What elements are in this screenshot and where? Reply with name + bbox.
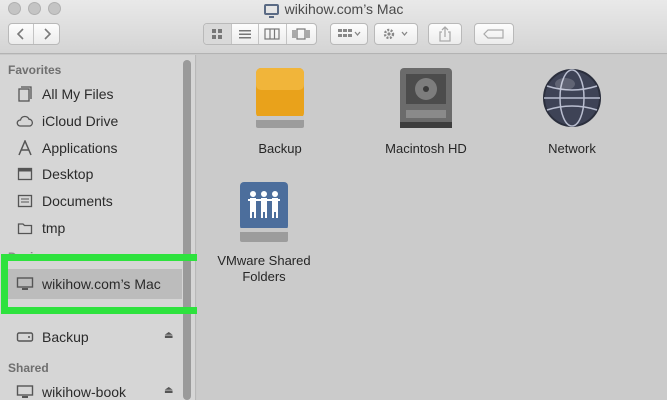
cloud-icon xyxy=(16,113,34,129)
window-title: wikihow.com’s Mac xyxy=(284,1,404,17)
chevron-right-icon xyxy=(43,28,51,40)
window-title-area: wikihow.com’s Mac xyxy=(0,1,667,18)
tag-icon xyxy=(483,29,504,39)
back-button[interactable] xyxy=(9,24,35,44)
sidebar-item-backup[interactable]: Backup xyxy=(16,326,89,348)
hard-drive-icon xyxy=(400,68,452,128)
nav-buttons xyxy=(8,23,60,45)
eject-icon[interactable]: ⏏ xyxy=(164,330,173,341)
network[interactable]: Network xyxy=(507,66,637,157)
cover-flow-view-icon xyxy=(292,28,310,40)
arrange-button[interactable] xyxy=(330,23,368,45)
column-view-button[interactable] xyxy=(259,24,287,44)
item-label: Backup xyxy=(258,141,302,156)
action-button[interactable] xyxy=(374,23,418,45)
item-label: Network xyxy=(548,141,596,156)
share-icon xyxy=(439,26,451,42)
sidebar-item-label: Documents xyxy=(42,193,113,209)
network-globe-icon xyxy=(543,69,601,127)
documents-icon xyxy=(16,193,34,209)
cover-flow-view-button[interactable] xyxy=(287,24,316,44)
chevron-left-icon xyxy=(16,28,24,40)
computer-icon xyxy=(263,4,279,18)
sidebar-item-label: wikihow-book xyxy=(42,384,127,400)
window-toolbar: wikihow.com’s Mac xyxy=(0,0,667,54)
sidebar-item-label: iCloud Drive xyxy=(42,113,119,129)
sidebar-item-documents[interactable]: Documents xyxy=(16,190,113,212)
sidebar-item-wikihow-book[interactable]: wikihow-book xyxy=(16,381,126,400)
share-button[interactable] xyxy=(428,23,462,45)
sidebar-item-tmp[interactable]: tmp xyxy=(16,217,65,239)
view-mode-control xyxy=(203,23,317,45)
orange-drive-icon xyxy=(256,68,304,128)
list-view-icon xyxy=(238,30,251,39)
applications-icon xyxy=(16,140,34,156)
sidebar-item-label: Backup xyxy=(42,329,89,345)
eject-icon[interactable]: ⏏ xyxy=(164,385,173,396)
sidebar-scrollbar[interactable] xyxy=(183,60,191,400)
sidebar-item-all-my-files[interactable]: All My Files xyxy=(16,83,114,105)
sidebar-item-label: Desktop xyxy=(42,166,94,182)
tag-button[interactable] xyxy=(474,23,514,45)
list-view-button[interactable] xyxy=(232,24,260,44)
desktop-icon xyxy=(16,166,34,182)
icon-view-button[interactable] xyxy=(204,24,232,44)
volume-macintosh-hd[interactable]: Macintosh HD xyxy=(361,66,491,157)
item-label: Macintosh HD xyxy=(385,141,467,156)
drive-icon xyxy=(16,329,34,345)
item-label: VMware Shared Folders xyxy=(217,253,311,284)
volume-backup[interactable]: Backup xyxy=(215,66,345,157)
volume-vmware-shared-folders[interactable]: VMware Shared Folders xyxy=(199,180,329,285)
gear-icon xyxy=(383,28,408,40)
column-view-icon xyxy=(264,28,280,40)
sidebar-item-icloud-drive[interactable]: iCloud Drive xyxy=(16,110,118,132)
all-files-icon xyxy=(16,86,34,102)
forward-button[interactable] xyxy=(34,24,59,44)
sidebar-item-applications[interactable]: Applications xyxy=(16,137,118,159)
computer-icon xyxy=(16,384,34,400)
sidebar-item-label: tmp xyxy=(42,220,66,236)
folder-icon xyxy=(16,220,34,236)
shared-folder-drive-icon xyxy=(240,182,288,242)
sidebar-item-desktop[interactable]: Desktop xyxy=(16,163,93,185)
icon-view-icon xyxy=(212,29,223,39)
shared-header: Shared xyxy=(8,361,49,375)
sidebar-item-label: Applications xyxy=(42,140,118,156)
grid-arrange-icon xyxy=(338,29,361,37)
highlight-annotation-box xyxy=(1,254,211,314)
favorites-header: Favorites xyxy=(8,63,62,77)
sidebar-item-label: All My Files xyxy=(42,86,114,102)
